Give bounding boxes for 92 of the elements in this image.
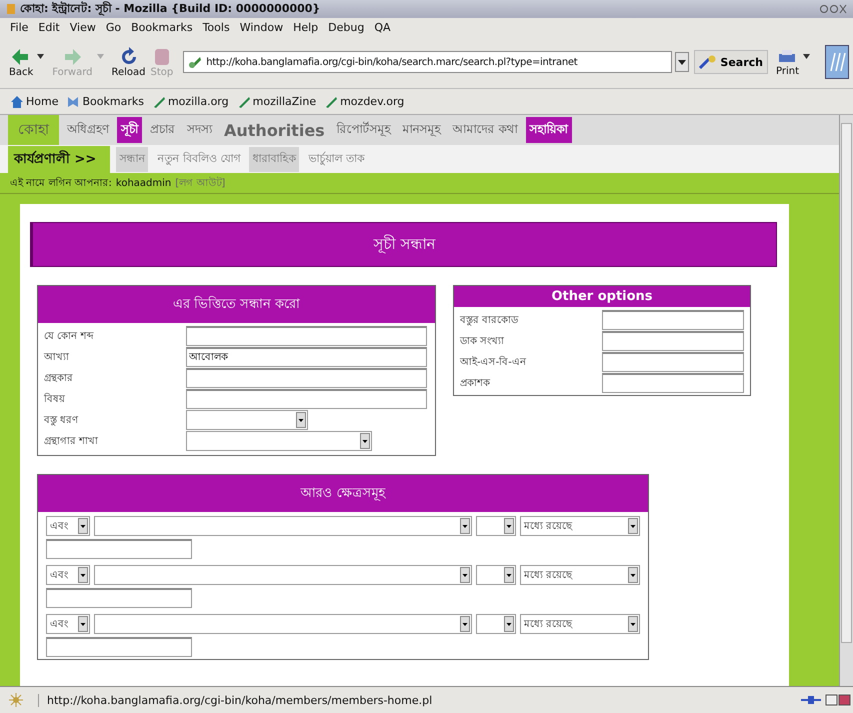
- dropdown[interactable]: এবং: [46, 565, 90, 585]
- dropdown[interactable]: [476, 516, 516, 536]
- subnav-link[interactable]: ভার্চুয়াল তাক: [305, 146, 368, 172]
- dropdown[interactable]: এবং: [46, 614, 90, 634]
- input-field[interactable]: [46, 637, 192, 657]
- dropdown[interactable]: মধ্যে রয়েছে: [520, 516, 640, 536]
- menu-item[interactable]: File: [10, 20, 28, 34]
- input-field[interactable]: [186, 389, 427, 409]
- dropdown[interactable]: মধ্যে রয়েছে: [520, 565, 640, 585]
- nav-tab[interactable]: প্রচার: [146, 117, 179, 143]
- pen-icon: [236, 94, 251, 108]
- menu-item[interactable]: Help: [293, 20, 318, 34]
- dropdown-button-icon[interactable]: [675, 52, 690, 72]
- window-controls-icon[interactable]: [819, 4, 847, 14]
- print-button[interactable]: Print: [774, 46, 800, 78]
- field-label: বিষয়: [44, 392, 66, 406]
- login-label: এই নামে লগিন আপনার:: [10, 176, 112, 190]
- input-field[interactable]: [46, 588, 192, 608]
- window-title: কোহা: ইন্ট্রানেট: সূচী - Mozilla {Build ID: 0000000000}: [20, 0, 320, 18]
- pen-icon: [152, 94, 166, 108]
- input-field[interactable]: [186, 326, 427, 346]
- bookmark-link[interactable]: Home: [10, 94, 58, 108]
- input-field[interactable]: [46, 539, 192, 559]
- nav-tab[interactable]: রিপোর্টসমূহ: [332, 117, 395, 143]
- bookmark-link[interactable]: mozilla.org: [152, 94, 229, 108]
- nav-tab[interactable]: অধিগ্রহণ: [63, 117, 113, 143]
- field-label: আই-এস-বি-এন: [460, 355, 528, 370]
- subnav-heading: কার্যপ্রণালী >>: [8, 146, 110, 172]
- input-field[interactable]: [602, 352, 744, 372]
- menu-item[interactable]: View: [70, 20, 96, 34]
- panel-title: এর ভিত্তিতে সন্ধান করো: [38, 286, 435, 323]
- search-icon: [699, 55, 718, 69]
- activity-icon: [8, 693, 24, 707]
- bookmark-link[interactable]: Bookmarks: [66, 94, 144, 108]
- dropdown[interactable]: [94, 516, 472, 536]
- dropdown-caret-icon[interactable]: [37, 54, 44, 58]
- field-label: গ্রন্থাগার শাখা: [44, 434, 100, 448]
- field-label: আখ্যা: [44, 350, 70, 364]
- input-field[interactable]: আবোলক: [186, 347, 427, 367]
- field-label: বস্তুর বারকোড: [460, 314, 520, 328]
- pen-icon: [324, 94, 338, 108]
- nav-tab[interactable]: সদস্য: [183, 117, 216, 143]
- username: kohaadmin: [116, 178, 172, 188]
- field-label: যে কোন শব্দ: [44, 330, 95, 344]
- subnav-link[interactable]: নতুন বিবলিও যোগ: [154, 146, 244, 172]
- nav-tab[interactable]: সূচী: [117, 117, 142, 143]
- input-field[interactable]: [602, 373, 744, 393]
- menu-item[interactable]: Window: [240, 20, 284, 34]
- bookmark-link[interactable]: mozdev.org: [324, 94, 404, 108]
- search-button[interactable]: Search: [694, 50, 768, 74]
- toolbar-button[interactable]: Back: [8, 44, 34, 80]
- page-title: সূচী সন্ধান: [30, 222, 777, 267]
- dropdown[interactable]: [94, 565, 472, 585]
- address-field[interactable]: http://koha.banglamafia.org/cgi-bin/koha/search.marc/search.pl?type=intranet: [183, 51, 672, 73]
- field-label: ডাক সংখ্যা: [460, 334, 506, 348]
- menu-item[interactable]: QA: [374, 20, 391, 34]
- home-icon: [10, 94, 24, 108]
- menu-item[interactable]: Edit: [38, 20, 60, 34]
- field-label: বস্তু ধরণ: [44, 414, 80, 428]
- menu-item[interactable]: Tools: [202, 20, 230, 34]
- scrollbar[interactable]: [839, 115, 853, 686]
- nav-tab[interactable]: কোহা: [8, 115, 59, 145]
- menu-item[interactable]: Go: [106, 20, 122, 34]
- dropdown[interactable]: [186, 410, 308, 430]
- input-field[interactable]: [186, 368, 427, 388]
- menu-item[interactable]: Bookmarks: [131, 20, 193, 34]
- nav-tab[interactable]: মানসমূহ: [398, 117, 445, 143]
- dropdown[interactable]: [476, 565, 516, 585]
- toolbar-button[interactable]: Reload: [110, 44, 147, 80]
- site-icon: [188, 55, 202, 69]
- input-field[interactable]: [602, 331, 744, 351]
- input-field[interactable]: [602, 310, 744, 330]
- panel-title: আরও ক্ষেত্রসমূহ: [38, 475, 648, 512]
- menu-item[interactable]: Debug: [328, 20, 364, 34]
- app-icon: [6, 3, 16, 15]
- throbber-icon: [825, 45, 849, 79]
- nav-tab[interactable]: সহায়িকা: [526, 117, 572, 143]
- dropdown[interactable]: এবং: [46, 516, 90, 536]
- dropdown[interactable]: [186, 431, 372, 451]
- nav-tab[interactable]: আমাদের কথা: [448, 117, 522, 143]
- nav-tab[interactable]: Authorities: [220, 118, 329, 142]
- online-status-icon: [801, 693, 821, 707]
- panel-title: Other options: [454, 286, 750, 307]
- bookmark-link[interactable]: mozillaZine: [236, 94, 316, 108]
- dropdown[interactable]: [476, 614, 516, 634]
- dropdown[interactable]: মধ্যে রয়েছে: [520, 614, 640, 634]
- bookmarks-icon: [66, 94, 80, 108]
- field-label: প্রকাশক: [460, 376, 492, 390]
- dropdown-caret-icon[interactable]: [803, 54, 810, 58]
- status-text: http://koha.banglamafia.org/cgi-bin/koha/members/members-home.pl: [38, 694, 797, 706]
- dropdown[interactable]: [94, 614, 472, 634]
- field-label: গ্রন্থকার: [44, 372, 74, 386]
